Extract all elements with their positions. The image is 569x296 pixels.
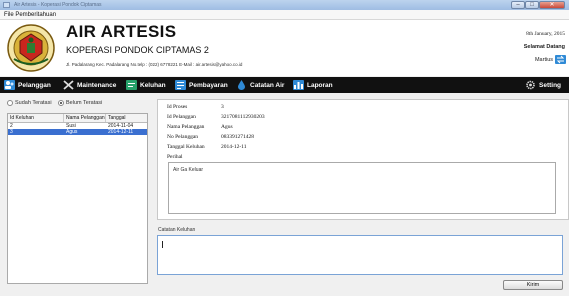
catatan-keluhan-label: Catatan Keluhan bbox=[158, 227, 196, 233]
window-title: Air Artesis - Koperasi Pondok Ciptamas bbox=[14, 2, 102, 8]
payment-icon bbox=[175, 80, 186, 90]
cell-nama: Agus bbox=[66, 129, 78, 135]
label-tanggal-keluhan: Tanggal Keluhan bbox=[167, 144, 205, 150]
radio-sudah-indicator[interactable] bbox=[7, 100, 13, 106]
main-nav: Pelanggan Maintenance Keluhan Pembayaran… bbox=[0, 77, 569, 93]
table-row-selected[interactable]: 3 Agus 2014-12-11 bbox=[8, 129, 147, 135]
kirim-button[interactable]: Kirim bbox=[503, 280, 563, 290]
koperasi-logo-icon bbox=[7, 24, 55, 72]
nav-maintenance[interactable]: Maintenance bbox=[63, 77, 116, 93]
user-name: Martius bbox=[534, 57, 553, 63]
column-header-id[interactable]: Id Keluhan bbox=[8, 114, 64, 122]
nav-maintenance-label: Maintenance bbox=[77, 81, 117, 89]
app-icon bbox=[3, 2, 10, 8]
nav-pelanggan-label: Pelanggan bbox=[18, 81, 51, 89]
radio-belum-teratasi[interactable]: Belum Teratasi bbox=[58, 100, 102, 106]
app-title: AIR ARTESIS bbox=[66, 22, 177, 41]
minimize-button[interactable]: – bbox=[511, 1, 525, 9]
radio-belum-label: Belum Teratasi bbox=[66, 100, 103, 106]
nav-pelanggan[interactable]: Pelanggan bbox=[4, 77, 51, 93]
app-subtitle: KOPERASI PONDOK CIPTAMAS 2 bbox=[66, 45, 209, 55]
column-header-tanggal[interactable]: Tanggal bbox=[106, 114, 147, 122]
value-nama-pelanggan: Agus bbox=[221, 124, 233, 130]
nav-laporan[interactable]: Laporan bbox=[293, 77, 333, 93]
gear-icon bbox=[525, 80, 536, 90]
close-button[interactable]: ✕ bbox=[539, 1, 565, 9]
current-date: 8th January, 2015 bbox=[526, 31, 565, 37]
welcome-text: Selamat Datang bbox=[523, 44, 565, 50]
keluhan-table: Id Keluhan Nama Pelanggan Tanggal 2 Susi… bbox=[7, 113, 148, 284]
value-no-pelanggan: 083391271428 bbox=[221, 134, 254, 140]
label-perihal: Perihal bbox=[167, 154, 183, 160]
nav-catatan-air-label: Catatan Air bbox=[250, 81, 285, 89]
radio-sudah-teratasi[interactable]: Sudah Teratasi bbox=[7, 100, 52, 106]
label-id-proses: Id Proses bbox=[167, 104, 188, 110]
radio-sudah-label: Sudah Teratasi bbox=[15, 100, 52, 106]
tools-icon bbox=[63, 80, 74, 90]
perihal-textarea[interactable]: Air Ga Keluar bbox=[168, 162, 556, 214]
water-drop-icon bbox=[236, 80, 247, 90]
table-header: Id Keluhan Nama Pelanggan Tanggal bbox=[8, 114, 147, 123]
app-address: Jl. Padalarang Kec. Padalarang No.telp :… bbox=[66, 62, 243, 67]
nav-keluhan[interactable]: Keluhan bbox=[126, 77, 166, 93]
nav-setting-label: Setting bbox=[539, 81, 562, 89]
maximize-button[interactable]: □ bbox=[525, 1, 539, 9]
user-switch-icon[interactable] bbox=[555, 55, 566, 64]
column-header-nama[interactable]: Nama Pelanggan bbox=[64, 114, 106, 122]
complaint-icon bbox=[126, 80, 137, 90]
nav-catatan-air[interactable]: Catatan Air bbox=[236, 77, 284, 93]
nav-setting[interactable]: Setting bbox=[525, 77, 561, 93]
users-icon bbox=[4, 80, 15, 90]
cell-tanggal: 2014-12-11 bbox=[108, 129, 134, 135]
label-no-pelanggan: No Pelanggan bbox=[167, 134, 199, 140]
nav-pembayaran-label: Pembayaran bbox=[189, 81, 228, 89]
nav-keluhan-label: Keluhan bbox=[140, 81, 166, 89]
cell-id: 3 bbox=[10, 129, 13, 135]
perihal-text: Air Ga Keluar bbox=[173, 167, 204, 173]
value-tanggal-keluhan: 2014-12-11 bbox=[221, 144, 247, 150]
radio-belum-indicator[interactable] bbox=[58, 100, 64, 106]
label-id-pelanggan: Id Pelanggan bbox=[167, 114, 196, 120]
menu-file-pemberitahuan[interactable]: File Pemberitahuan bbox=[4, 10, 56, 20]
nav-laporan-label: Laporan bbox=[307, 81, 333, 89]
value-id-pelanggan: 3217081112930203 bbox=[221, 114, 265, 120]
text-caret bbox=[162, 241, 163, 248]
nav-pembayaran[interactable]: Pembayaran bbox=[175, 77, 228, 93]
catatan-keluhan-input[interactable] bbox=[157, 235, 563, 275]
bar-chart-icon bbox=[293, 80, 304, 90]
value-id-proses: 3 bbox=[221, 104, 224, 110]
label-nama-pelanggan: Nama Pelanggan bbox=[167, 124, 205, 130]
menu-bar: File Pemberitahuan bbox=[0, 10, 569, 20]
